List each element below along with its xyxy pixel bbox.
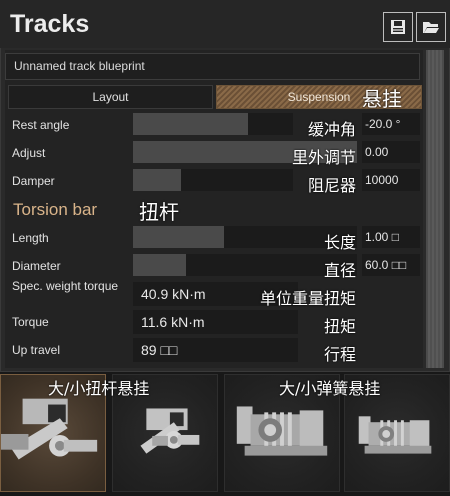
rest-angle-annotation: 缓冲角 xyxy=(307,120,356,139)
up-travel-annotation: 行程 xyxy=(323,345,356,364)
torsion-bar-annotation: 扭杆 xyxy=(139,200,179,224)
blueprint-name-field[interactable]: Unnamed track blueprint xyxy=(5,53,420,80)
length-value[interactable]: 1.00 □ xyxy=(362,226,420,248)
tab-layout[interactable]: Layout xyxy=(8,85,213,109)
scrollbar[interactable] xyxy=(426,50,444,368)
rest-angle-slider-fill xyxy=(133,113,248,135)
spec-weight-torque-annotation: 单位重量扭矩 xyxy=(259,289,356,308)
damper-label: Damper xyxy=(12,174,55,188)
adjust-label: Adjust xyxy=(12,146,46,160)
torsion-presets-annotation: 大/小扭杆悬挂 xyxy=(48,379,150,398)
spring-presets-annotation: 大/小弹簧悬挂 xyxy=(279,379,381,398)
diameter-value[interactable]: 60.0 □□ xyxy=(362,254,420,276)
length-label: Length xyxy=(12,231,49,245)
window-title: Tracks xyxy=(10,10,90,38)
save-icon xyxy=(391,20,405,34)
length-annotation: 长度 xyxy=(323,233,356,252)
damper-slider-fill xyxy=(133,169,181,191)
diameter-slider-fill xyxy=(133,254,186,276)
length-slider-fill xyxy=(133,226,224,248)
save-button[interactable] xyxy=(383,12,413,42)
adjust-value[interactable]: 0.00 xyxy=(362,141,420,163)
torque-annotation: 扭矩 xyxy=(323,317,356,336)
adjust-annotation: 里外调节 xyxy=(291,148,356,167)
diameter-annotation: 直径 xyxy=(323,261,356,280)
damper-value[interactable]: 10000 xyxy=(362,169,420,191)
title-bar: Tracks xyxy=(0,0,450,48)
tab-suspension-annotation: 悬挂 xyxy=(362,87,402,111)
spec-weight-torque-label: Spec. weight torque xyxy=(12,279,119,293)
torsion-bar-heading: Torsion bar xyxy=(13,200,98,219)
diameter-label: Diameter xyxy=(12,259,61,273)
folder-open-icon xyxy=(423,22,439,33)
scrollbar-thumb[interactable] xyxy=(428,50,442,368)
open-button[interactable] xyxy=(416,12,446,42)
up-travel-label: Up travel xyxy=(12,343,61,357)
damper-annotation: 阻尼器 xyxy=(307,176,356,195)
torque-label: Torque xyxy=(12,315,49,329)
rest-angle-label: Rest angle xyxy=(12,118,70,132)
rest-angle-value[interactable]: -20.0 ° xyxy=(362,113,420,135)
